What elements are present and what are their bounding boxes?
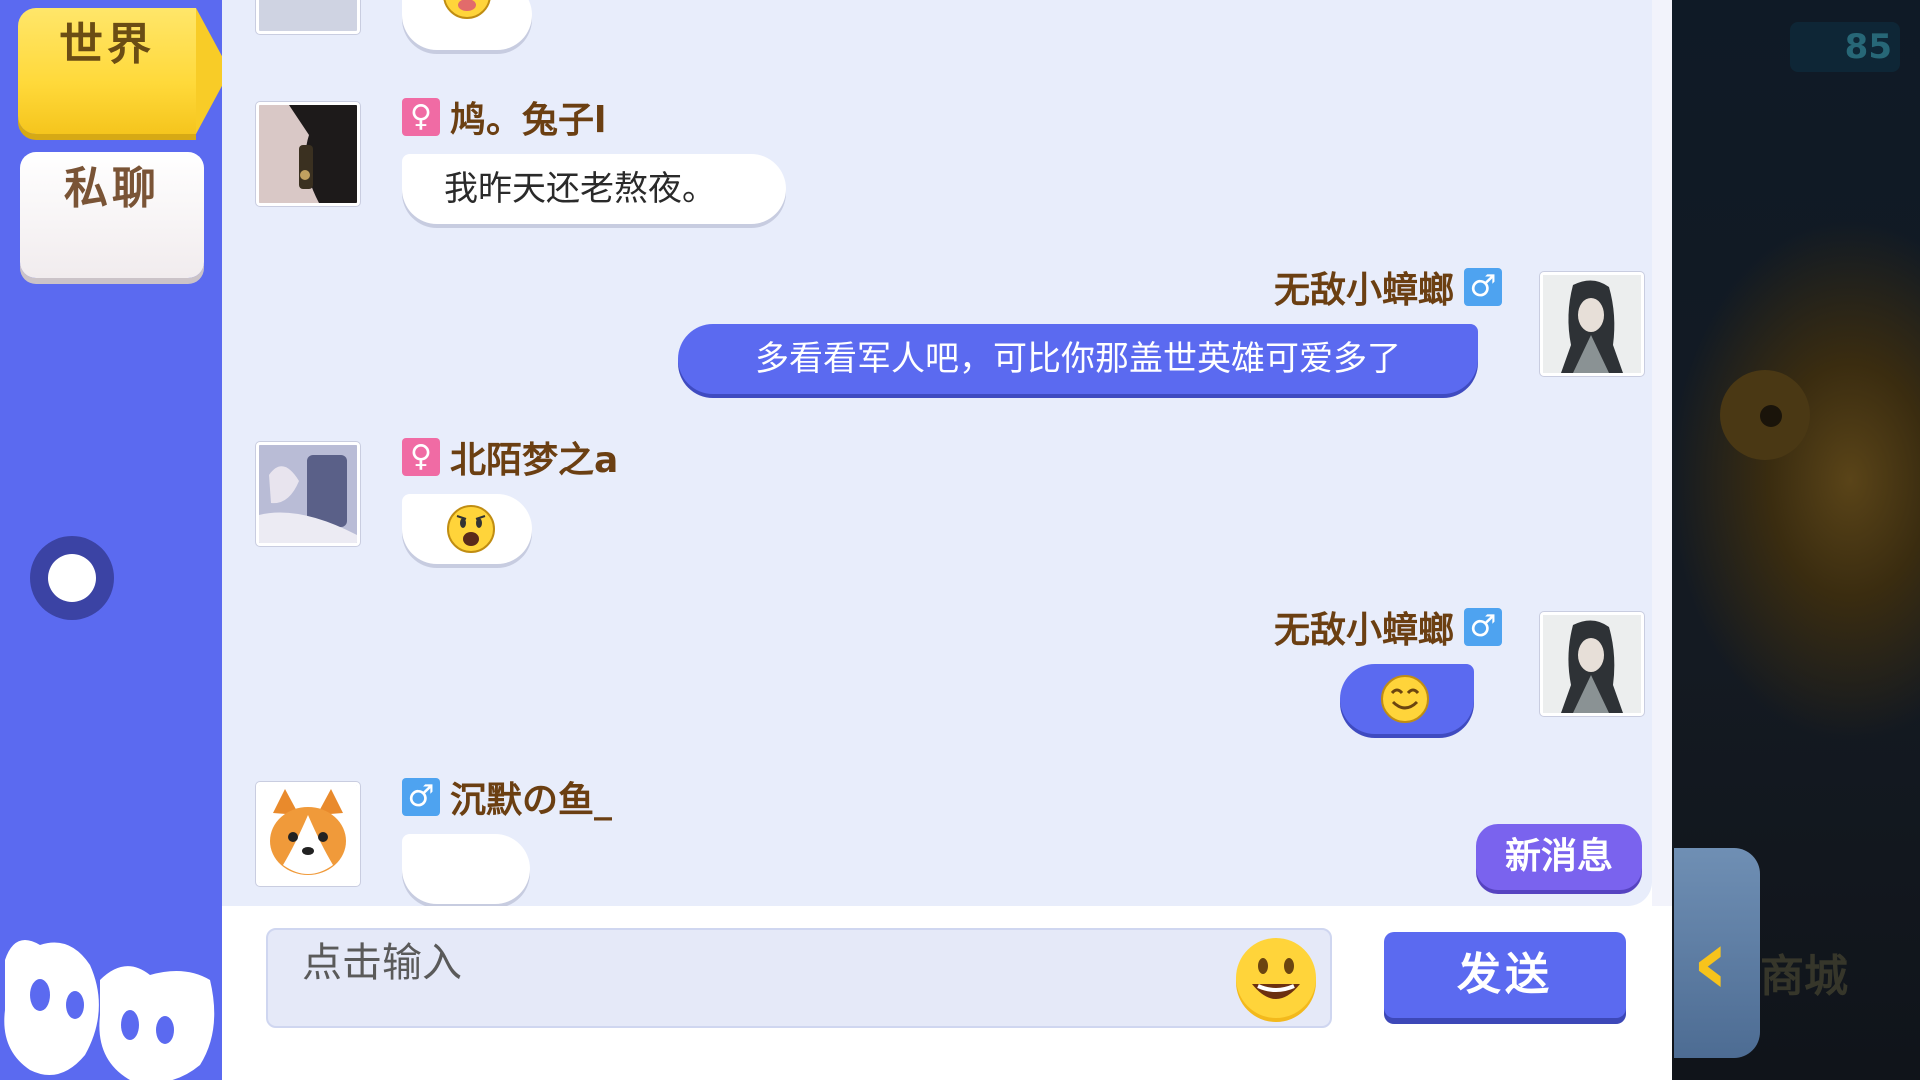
avatar-corgi-icon	[259, 785, 357, 883]
male-icon: ♂	[1464, 268, 1502, 306]
new-message-button[interactable]: 新消息	[1476, 824, 1642, 890]
avatar[interactable]	[1540, 612, 1644, 716]
smiling-face-icon	[1381, 675, 1429, 723]
male-icon: ♂	[1464, 608, 1502, 646]
tab-world-label: 世界	[59, 19, 155, 70]
username[interactable]: 无敌小蟑螂	[1274, 261, 1454, 313]
emoji-icon	[443, 0, 491, 19]
message-text: 多看看军人吧，可比你那盖世英雄可爱多了	[755, 339, 1401, 379]
emoji-bubble	[1340, 664, 1474, 734]
floating-assistant-button[interactable]	[30, 536, 114, 620]
username[interactable]: 无敌小蟑螂	[1274, 601, 1454, 653]
tab-private-label: 私聊	[64, 163, 160, 214]
message-header: ♀ 北陌梦之a	[402, 431, 618, 483]
avatar[interactable]	[1540, 272, 1644, 376]
shop-label[interactable]: 商城	[1760, 940, 1920, 1010]
emoji-bubble	[402, 0, 532, 50]
mascot-logo-icon	[4, 940, 215, 1080]
avatar[interactable]	[256, 782, 360, 886]
crying-face-icon	[447, 505, 495, 553]
mascot-eye	[1720, 370, 1810, 460]
chevron-left-icon: ‹	[1692, 910, 1730, 1015]
avatar-photo-icon	[259, 445, 357, 543]
message-bubble: 我昨天还老熬夜。	[402, 154, 786, 224]
message-header: ♀ 鸠。兔子l	[402, 91, 606, 143]
message-header: 无敌小蟑螂 ♂	[1082, 261, 1502, 313]
message-bubble	[402, 834, 530, 904]
male-icon: ♂	[402, 778, 440, 816]
avatar[interactable]	[256, 102, 360, 206]
username[interactable]: 鸠。兔子l	[450, 91, 606, 143]
female-icon: ♀	[402, 438, 440, 476]
tab-world[interactable]: 世界	[18, 8, 230, 134]
avatar-photo-icon	[259, 105, 357, 203]
collapse-chat-button[interactable]: ‹	[1674, 848, 1760, 1058]
chat-input[interactable]: 点击输入	[266, 928, 1332, 1028]
message-header: ♂ 沉默の鱼_	[402, 771, 612, 823]
username[interactable]: 沉默の鱼_	[450, 771, 612, 823]
message-bubble: 多看看军人吧，可比你那盖世英雄可爱多了	[678, 324, 1478, 394]
avatar-swordsman-icon	[1543, 615, 1641, 713]
send-button[interactable]: 发送	[1384, 932, 1626, 1018]
avatar-swordsman-icon	[1543, 275, 1641, 373]
emoji-bubble	[402, 494, 532, 564]
chat-input-placeholder: 点击输入	[302, 940, 462, 986]
score-display: 85	[1790, 22, 1900, 72]
female-icon: ♀	[402, 98, 440, 136]
message-text: 我昨天还老熬夜。	[444, 169, 716, 209]
message-list[interactable]: ♀ 鸠。兔子l 我昨天还老熬夜。 无敌小蟑螂 ♂ 多看看军人吧，可比你那盖世英雄…	[222, 0, 1652, 906]
emoji-picker-icon[interactable]	[1232, 936, 1320, 1024]
avatar[interactable]	[256, 442, 360, 546]
avatar[interactable]	[256, 0, 360, 34]
chat-panel: ♀ 鸠。兔子l 我昨天还老熬夜。 无敌小蟑螂 ♂ 多看看军人吧，可比你那盖世英雄…	[222, 0, 1672, 1080]
channel-sidebar: 世界 私聊	[0, 0, 230, 1080]
message-header: 无敌小蟑螂 ♂	[1082, 601, 1502, 653]
username[interactable]: 北陌梦之a	[450, 431, 618, 483]
tab-private-chat[interactable]: 私聊	[20, 152, 204, 278]
scrollbar[interactable]	[1652, 0, 1672, 906]
